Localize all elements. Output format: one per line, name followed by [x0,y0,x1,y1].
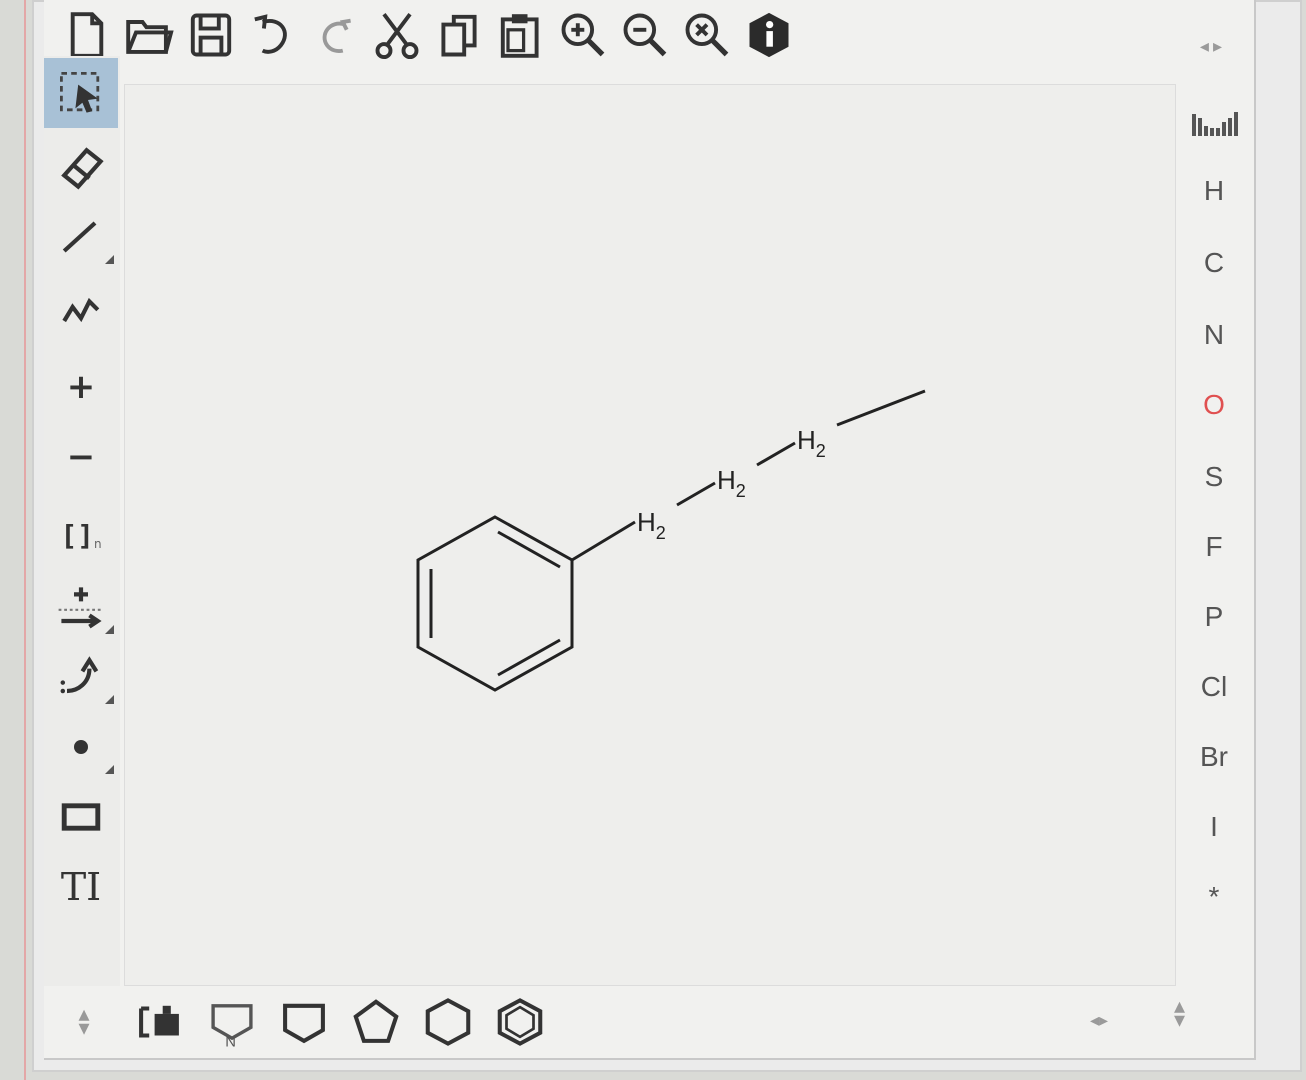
copy-icon[interactable] [428,5,490,65]
reaction-arrow-icon[interactable] [44,572,118,642]
cyclopropane-icon[interactable] [268,990,340,1054]
paste-icon[interactable] [490,5,552,65]
text-tool-icon[interactable]: T I [44,852,118,922]
benzene-icon[interactable] [484,990,556,1054]
eraser-icon[interactable] [44,132,118,202]
cut-icon[interactable] [366,5,428,65]
atom-label-ch2: H2 [717,465,746,501]
bond [571,520,636,562]
element-o-button[interactable]: O [1174,370,1254,440]
template-toolbar: ▴ ▾ N ◂▸ ▴ ▾ [44,986,1254,1058]
text-cursor-icon: I [86,865,102,909]
drawing-canvas[interactable]: H2 H2 H2 [124,84,1176,986]
info-icon[interactable] [738,5,800,65]
toolbar-scroll-arrows-icon[interactable]: ◂▸ [1200,36,1226,57]
element-i-button[interactable]: I [1174,792,1254,862]
cyclohexane-icon[interactable] [412,990,484,1054]
element-f-button[interactable]: F [1174,512,1254,582]
atom-label-ch2: H2 [637,507,666,543]
bottom-right-scroll-icon[interactable]: ▴ ▾ [1174,996,1185,1032]
undo-icon[interactable] [242,5,304,65]
charge-minus-icon[interactable]: − [44,422,118,492]
zoom-out-icon[interactable] [614,5,676,65]
element-s-button[interactable]: S [1174,442,1254,512]
left-toolbar: + − [] n T I [44,56,120,986]
cyclopentane-icon[interactable] [340,990,412,1054]
periodic-table-icon[interactable] [1190,104,1240,144]
element-any-atom-button[interactable]: * [1174,862,1254,932]
element-br-button[interactable]: Br [1174,722,1254,792]
atom-label-ch2: H2 [797,425,826,461]
charge-plus-icon[interactable]: + [44,352,118,422]
element-c-button[interactable]: C [1174,228,1254,298]
chain-icon[interactable] [44,272,118,342]
bottom-scroll-arrows-icon[interactable]: ◂▸ [1090,1010,1108,1031]
ketcher-editor-window: ◂▸ + − [] n T I H2 H2 H2 H C N O S F P C… [44,0,1256,1060]
template-library-icon[interactable] [124,990,196,1054]
main-toolbar: ◂▸ [44,0,1254,70]
notebook-margin-line [24,0,26,1080]
rectangle-icon[interactable] [44,782,118,852]
element-p-button[interactable]: P [1174,582,1254,652]
benzene-ring [416,515,574,692]
radical-icon[interactable] [44,712,118,782]
template-scroll-arrows-icon[interactable]: ▴ ▾ [44,990,124,1054]
molecule-structure: H2 H2 H2 [416,389,926,692]
svg-text:N: N [225,1034,236,1049]
redo-icon[interactable] [304,5,366,65]
zoom-reset-icon[interactable] [676,5,738,65]
element-toolbar: H C N O S F P Cl Br I * [1174,84,1254,984]
bond [676,481,716,507]
element-cl-button[interactable]: Cl [1174,652,1254,722]
sgroup-icon[interactable]: [] n [44,500,118,570]
functional-group-icon[interactable]: N [196,990,268,1054]
element-h-button[interactable]: H [1174,156,1254,226]
single-bond-icon[interactable] [44,202,118,272]
save-icon[interactable] [180,5,242,65]
zoom-in-icon[interactable] [552,5,614,65]
rotate-icon[interactable] [44,642,118,712]
bond [756,441,796,467]
select-icon[interactable] [44,58,118,128]
element-n-button[interactable]: N [1174,300,1254,370]
bond [836,389,926,427]
open-icon[interactable] [118,5,180,65]
